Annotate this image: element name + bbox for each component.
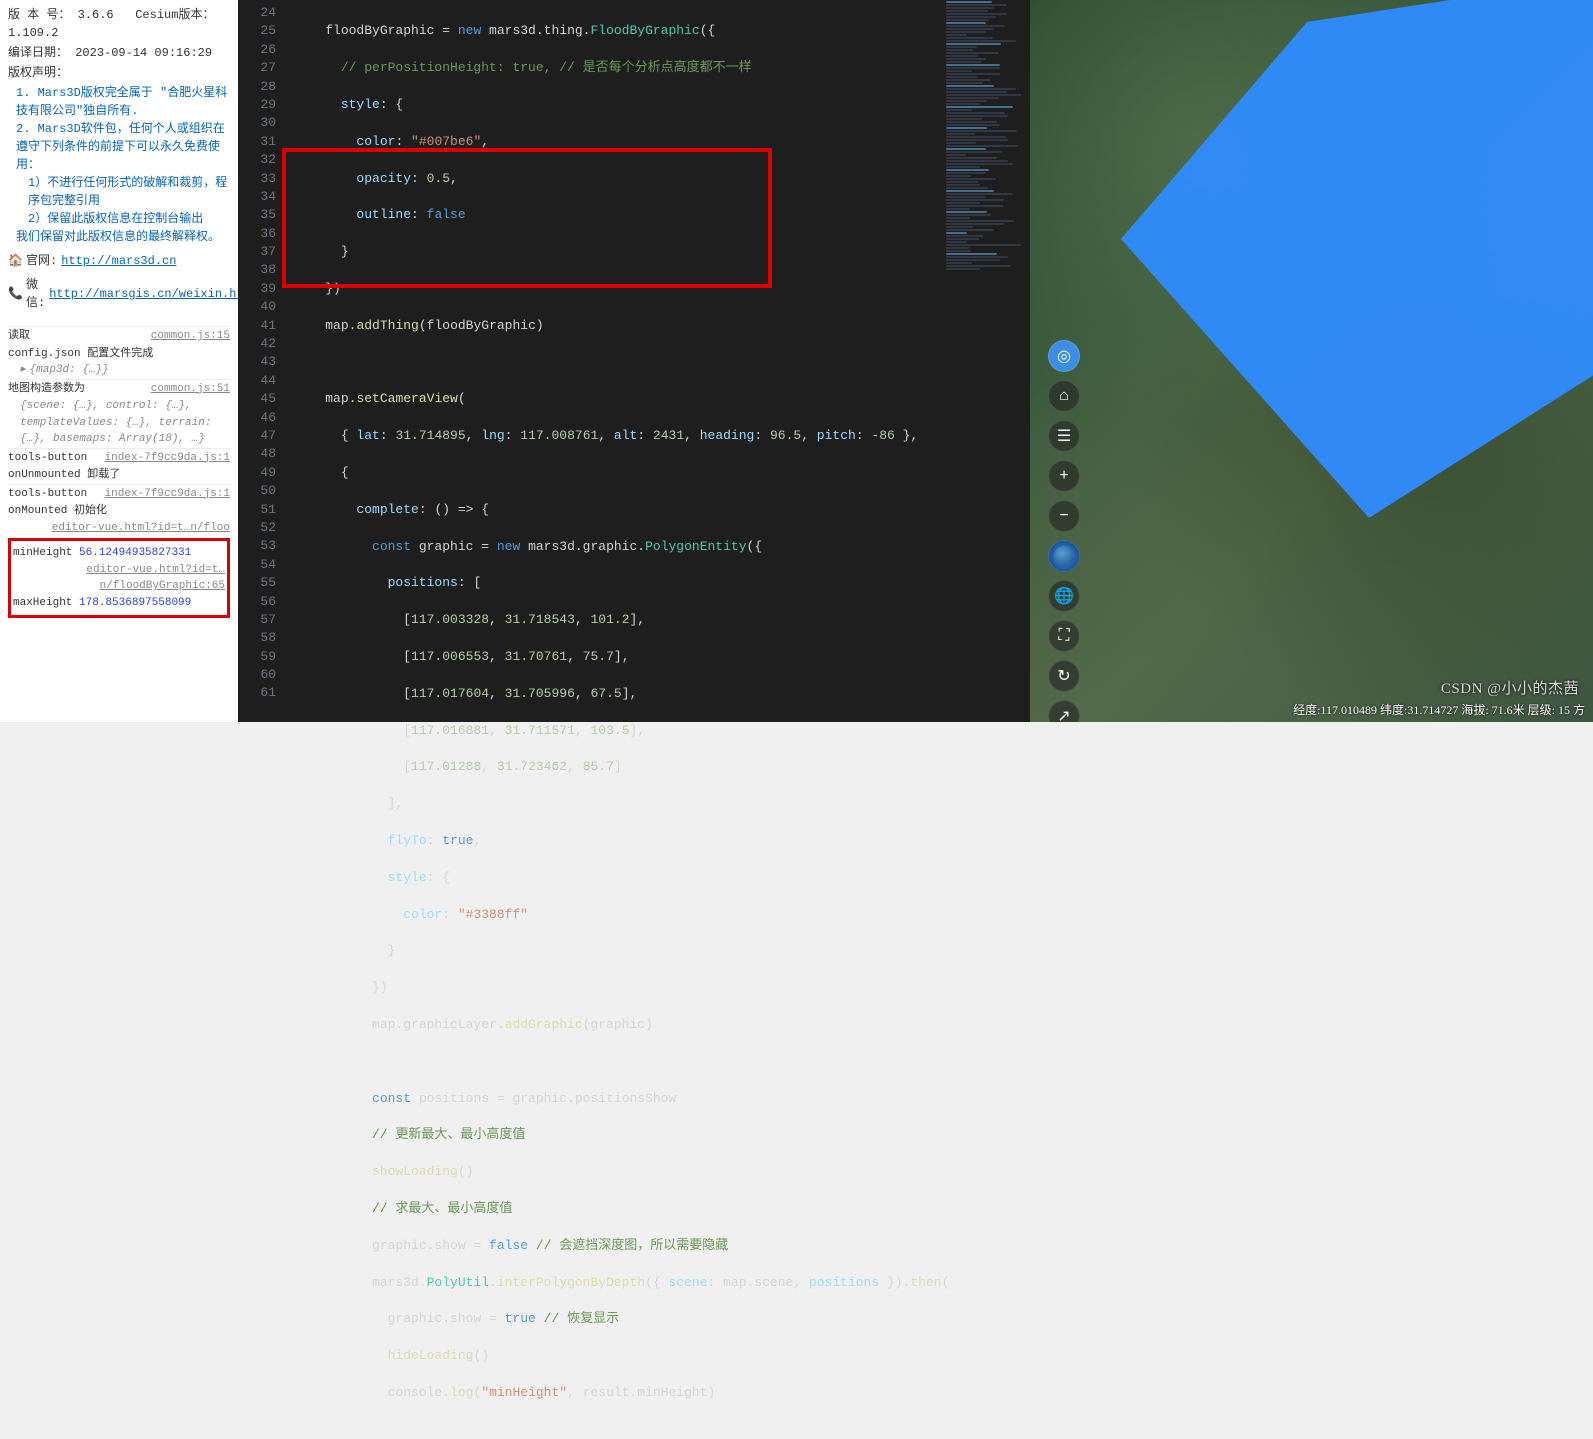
- map-viewport[interactable]: ◎ ⌂ ☰ + − 🌐 ⛶ ↻ ↗ CSDN @小小的杰茜 经度:117.010…: [1030, 0, 1593, 722]
- map-status-bar: 经度:117.010489 纬度:31.714727 海拔: 71.6米 层级:…: [1293, 701, 1585, 718]
- zoom-in-button[interactable]: +: [1048, 460, 1080, 492]
- console-msg: onUnmounted 卸载了: [8, 467, 230, 484]
- copyright-line-3: 我们保留对此版权信息的最终解释权。: [16, 228, 230, 246]
- max-height-key: maxHeight: [13, 597, 72, 609]
- pointer-button[interactable]: ↗: [1048, 700, 1080, 722]
- console-msg: config.json 配置文件完成: [8, 346, 230, 363]
- basemap-button[interactable]: [1048, 540, 1080, 572]
- min-height-key: minHeight: [13, 547, 72, 559]
- console-section: 读取 common.js:15 config.json 配置文件完成 ▸ {map…: [8, 326, 230, 618]
- version-label: 版 本 号：: [8, 8, 70, 22]
- home-button[interactable]: ⌂: [1048, 380, 1080, 412]
- console-msg: tools-button: [8, 486, 87, 503]
- console-msg: 地图构造参数为: [8, 381, 85, 398]
- console-source-link[interactable]: index-7f9cc9da.js:1: [105, 450, 230, 467]
- highlighted-console-block: minHeight 56.12494935827331 editor-vue.h…: [8, 538, 230, 618]
- console-msg: tools-button: [8, 450, 87, 467]
- min-height-value: 56.12494935827331: [79, 547, 191, 559]
- copyright-line-2b: 2）保留此版权信息在控制台输出: [28, 210, 230, 228]
- zoom-out-button[interactable]: −: [1048, 500, 1080, 532]
- cesium-version: 1.109.2: [8, 26, 58, 40]
- wx-link[interactable]: http://marsgis.cn/weixin.html: [49, 285, 238, 303]
- wx-label: 微信:: [26, 276, 45, 312]
- watermark-text: CSDN @小小的杰茜: [1441, 677, 1579, 698]
- copyright-line-2: 2. Mars3D软件包，任何个人或组织在遵守下列条件的前提下可以永久免费使用：: [16, 120, 230, 174]
- compile-date: 2023-09-14 09:16:29: [75, 46, 212, 60]
- locate-button[interactable]: ◎: [1048, 340, 1080, 372]
- globe-button[interactable]: 🌐: [1048, 580, 1080, 612]
- site-link[interactable]: http://mars3d.cn: [61, 252, 176, 270]
- compile-label: 编译日期：: [8, 46, 68, 60]
- console-source-link[interactable]: editor-vue.html?id=t…n/floo: [8, 520, 230, 537]
- fullscreen-button[interactable]: ⛶: [1048, 620, 1080, 652]
- console-source-link[interactable]: editor-vue.html?id=t…n/floodByGraphic:65: [13, 562, 225, 595]
- copyright-label: 版权声明：: [8, 64, 230, 82]
- copyright-line-2a: 1）不进行任何形式的破解和裁剪，程序包完整引用: [28, 174, 230, 210]
- layers-button[interactable]: ☰: [1048, 420, 1080, 452]
- console-msg: onMounted 初始化: [8, 503, 230, 520]
- rotate-button[interactable]: ↻: [1048, 660, 1080, 692]
- console-msg: 读取: [8, 328, 30, 345]
- console-object[interactable]: {scene: {…}, control: {…}, templateValue…: [8, 398, 230, 448]
- version-value: 3.6.6: [78, 8, 114, 22]
- left-info-panel: 版 本 号： 3.6.6 Cesium版本： 1.109.2 编译日期： 202…: [0, 0, 238, 722]
- home-icon: 🏠: [8, 252, 22, 270]
- expand-arrow-icon[interactable]: ▸: [20, 364, 26, 376]
- console-source-link[interactable]: common.js:51: [151, 381, 230, 398]
- map-toolbar: ◎ ⌂ ☰ + − 🌐 ⛶ ↻ ↗: [1048, 340, 1080, 722]
- phone-icon: 📞: [8, 285, 22, 303]
- console-source-link[interactable]: index-7f9cc9da.js:1: [105, 486, 230, 503]
- code-content[interactable]: floodByGraphic = new mars3d.thing.FloodB…: [288, 0, 1030, 722]
- max-height-value: 178.8536897558099: [79, 597, 191, 609]
- site-label: 官网:: [26, 252, 57, 270]
- cesium-label: Cesium版本：: [135, 8, 214, 22]
- polygon-overlay: [1090, 0, 1593, 580]
- console-source-link[interactable]: common.js:15: [151, 328, 230, 345]
- code-editor[interactable]: 2425262728293031323334353637383940414243…: [238, 0, 1030, 722]
- line-number-gutter: 2425262728293031323334353637383940414243…: [238, 0, 288, 722]
- console-object[interactable]: {map3d: {…}}: [30, 364, 109, 376]
- minimap[interactable]: [940, 0, 1030, 722]
- copyright-line-1: 1. Mars3D版权完全属于 "合肥火星科技有限公司"独自所有.: [16, 84, 230, 120]
